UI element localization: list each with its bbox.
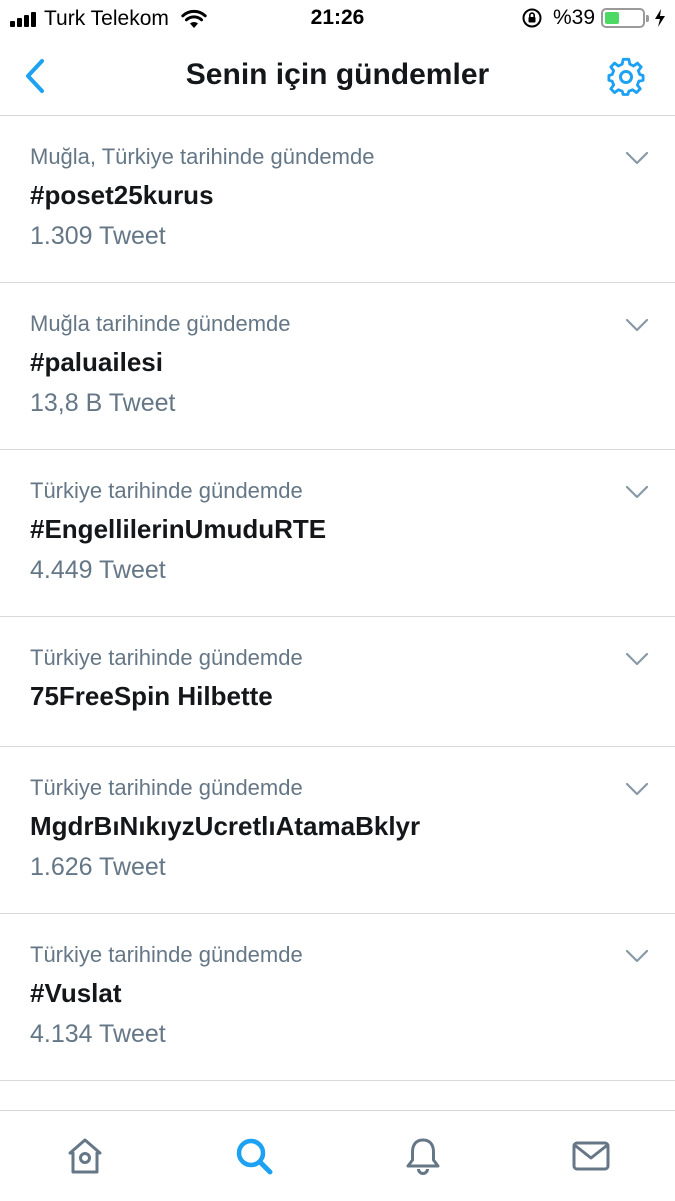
tab-search[interactable] bbox=[233, 1135, 275, 1177]
mail-icon bbox=[572, 1141, 610, 1171]
status-bar-right: %39 bbox=[521, 6, 667, 30]
chevron-down-icon[interactable] bbox=[625, 948, 649, 964]
gear-icon bbox=[607, 57, 645, 96]
trend-item[interactable]: Muğla, Türkiye tarihinde gündemde #poset… bbox=[0, 116, 675, 283]
trend-context: Türkiye tarihinde gündemde bbox=[30, 645, 303, 670]
chevron-down-icon[interactable] bbox=[625, 651, 649, 667]
battery-icon bbox=[601, 8, 649, 28]
battery-fill bbox=[605, 12, 619, 24]
trend-name[interactable]: MgdrBıNıkıyzUcretlıAtamaBklyr bbox=[30, 811, 420, 842]
trend-context: Muğla, Türkiye tarihinde gündemde bbox=[30, 144, 375, 169]
tab-notifications[interactable] bbox=[402, 1135, 444, 1177]
trend-name[interactable]: #Vuslat bbox=[30, 978, 122, 1009]
trend-name[interactable]: 75FreeSpin Hilbette bbox=[30, 681, 273, 712]
trends-list: Muğla, Türkiye tarihinde gündemde #poset… bbox=[0, 116, 675, 1081]
bottom-tab-bar bbox=[0, 1110, 675, 1201]
trend-context: Türkiye tarihinde gündemde bbox=[30, 775, 303, 800]
trend-context: Türkiye tarihinde gündemde bbox=[30, 478, 303, 503]
charging-bolt-icon bbox=[655, 9, 665, 27]
trend-name[interactable]: #EngellilerinUmuduRTE bbox=[30, 514, 326, 545]
trend-tweet-count: 4.449 Tweet bbox=[30, 556, 166, 584]
trend-name[interactable]: #paluailesi bbox=[30, 347, 163, 378]
chevron-down-icon[interactable] bbox=[625, 781, 649, 797]
trend-tweet-count: 1.309 Tweet bbox=[30, 222, 166, 250]
trend-item[interactable]: Muğla tarihinde gündemde #paluailesi 13,… bbox=[0, 283, 675, 450]
trend-item[interactable]: Türkiye tarihinde gündemde #Engellilerin… bbox=[0, 450, 675, 617]
search-icon bbox=[236, 1138, 273, 1175]
chevron-down-icon[interactable] bbox=[625, 484, 649, 500]
trend-item[interactable]: Türkiye tarihinde gündemde #Vuslat 4.134… bbox=[0, 914, 675, 1081]
chevron-down-icon[interactable] bbox=[625, 150, 649, 166]
status-bar: Turk Telekom 21:26 %39 bbox=[0, 0, 675, 38]
trend-context: Türkiye tarihinde gündemde bbox=[30, 942, 303, 967]
chevron-down-icon[interactable] bbox=[625, 317, 649, 333]
navigation-header: Senin için gündemler bbox=[0, 38, 675, 116]
trend-tweet-count: 4.134 Tweet bbox=[30, 1020, 166, 1048]
home-icon bbox=[68, 1138, 102, 1174]
trend-tweet-count: 13,8 B Tweet bbox=[30, 389, 176, 417]
page-title: Senin için gündemler bbox=[185, 58, 490, 91]
orientation-lock-icon bbox=[522, 8, 542, 28]
battery-percentage: %39 bbox=[552, 6, 595, 29]
trend-item[interactable]: Türkiye tarihinde gündemde MgdrBıNıkıyzU… bbox=[0, 747, 675, 914]
bell-icon bbox=[406, 1138, 440, 1175]
trend-name[interactable]: #poset25kurus bbox=[30, 180, 214, 211]
trend-tweet-count: 1.626 Tweet bbox=[30, 853, 166, 881]
trend-item[interactable]: Türkiye tarihinde gündemde 75FreeSpin Hi… bbox=[0, 617, 675, 747]
settings-button[interactable] bbox=[605, 56, 647, 98]
tab-home[interactable] bbox=[64, 1135, 106, 1177]
tab-messages[interactable] bbox=[570, 1135, 612, 1177]
trend-context: Muğla tarihinde gündemde bbox=[30, 311, 291, 336]
